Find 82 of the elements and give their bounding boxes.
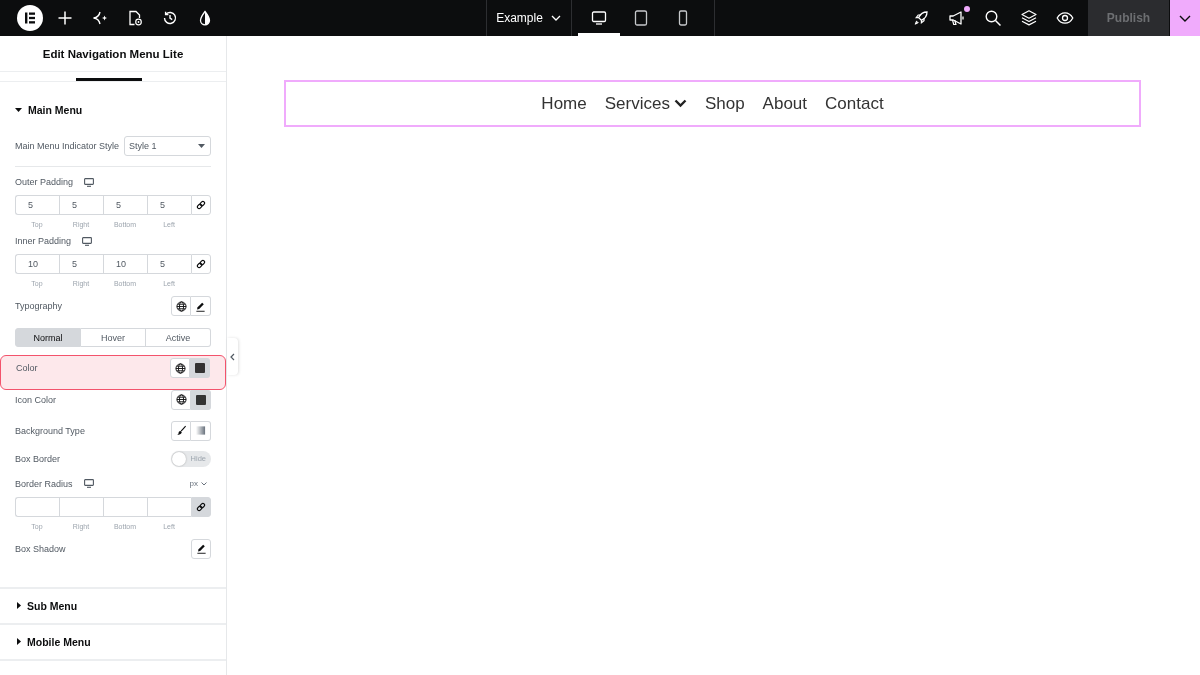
pencil-icon — [195, 300, 206, 312]
edit-button[interactable] — [191, 296, 211, 316]
chevron-left-icon — [230, 352, 235, 361]
monitor-icon[interactable] — [82, 236, 93, 246]
color-picker-button[interactable] — [190, 358, 210, 378]
link-values-button[interactable] — [191, 195, 211, 215]
panel-title: Edit Navigation Menu Lite — [0, 36, 226, 72]
control-label: Border Radius — [15, 478, 73, 489]
link-values-button[interactable] — [191, 496, 211, 517]
search-icon[interactable] — [984, 9, 1002, 27]
globe-icon — [175, 300, 187, 312]
link-values-button[interactable] — [191, 254, 211, 274]
section-header[interactable]: Main Menu — [0, 93, 226, 127]
active-tab-indicator — [76, 78, 142, 81]
control-label: Main Menu Indicator Style — [15, 141, 120, 151]
monitor-icon[interactable] — [84, 177, 95, 187]
number-field[interactable] — [103, 496, 147, 517]
number-field[interactable]: 5 — [15, 195, 59, 215]
megaphone-icon[interactable] — [948, 9, 966, 27]
link-icon — [196, 501, 206, 512]
link-icon — [196, 200, 206, 210]
layers-icon[interactable] — [1020, 9, 1038, 27]
caret-down-icon — [15, 108, 22, 112]
chevron-down-icon — [201, 481, 207, 486]
globe-icon — [174, 362, 186, 374]
control-label: Outer Padding — [15, 177, 74, 187]
control-label: Background Type — [15, 425, 85, 436]
number-field[interactable] — [59, 496, 103, 517]
number-field[interactable]: 5 — [59, 195, 103, 215]
pencil-icon — [195, 543, 207, 554]
global-colors-button[interactable] — [171, 389, 191, 410]
paintbrush-icon — [175, 425, 187, 436]
state-tab[interactable]: Normal — [15, 328, 81, 347]
menu-link[interactable]: About — [762, 93, 808, 114]
control-label: Typography — [15, 301, 63, 311]
chevron-down-icon — [673, 99, 687, 108]
number-field[interactable]: 10 — [15, 254, 59, 274]
section-header[interactable]: Sub Menu — [0, 588, 226, 623]
droplet-icon[interactable] — [197, 10, 213, 26]
global-colors-button[interactable] — [170, 358, 190, 378]
state-tab[interactable]: Hover — [81, 328, 146, 347]
section-header[interactable]: Mobile Menu — [0, 624, 226, 659]
tablet-icon — [632, 10, 649, 26]
color-picker-button[interactable] — [191, 389, 211, 410]
menu-link[interactable]: Home — [541, 93, 587, 114]
desktop-icon — [590, 10, 607, 26]
rocket-icon[interactable] — [912, 9, 930, 27]
chevron-down-icon — [1179, 14, 1191, 22]
caret-right-icon — [17, 602, 21, 609]
control-label: Inner Padding — [15, 236, 72, 246]
page-settings-icon[interactable] — [127, 10, 143, 26]
number-field[interactable]: 10 — [103, 254, 147, 274]
menu-link[interactable]: Services — [604, 93, 687, 114]
gradient-icon — [195, 425, 206, 436]
control-label: Color — [16, 362, 38, 375]
plus-icon[interactable] — [57, 10, 73, 26]
control-label: Icon Color — [15, 394, 57, 405]
select-field[interactable]: Style 1 — [124, 136, 211, 156]
caret-right-icon — [17, 638, 21, 645]
number-field[interactable]: 5 — [59, 254, 103, 274]
globe-icon — [175, 394, 187, 405]
edit-button[interactable] — [191, 538, 211, 559]
history-icon[interactable] — [162, 10, 178, 26]
monitor-icon[interactable] — [83, 479, 94, 488]
publish-options-button[interactable] — [1170, 0, 1200, 36]
eye-icon[interactable] — [1056, 9, 1074, 27]
control-label: Box Shadow — [15, 543, 66, 554]
number-field[interactable]: 5 — [103, 195, 147, 215]
global-settings-button[interactable] — [171, 296, 191, 316]
link-icon — [196, 259, 206, 269]
classic-background-button[interactable] — [171, 420, 191, 441]
caret-down-icon — [198, 144, 205, 148]
state-tab[interactable]: Active — [146, 328, 211, 347]
logo-icon[interactable] — [17, 5, 43, 31]
chevron-down-icon — [550, 15, 561, 21]
menu-link[interactable]: Shop — [704, 93, 745, 114]
control-label: Box Border — [15, 453, 61, 464]
number-field[interactable] — [15, 496, 59, 517]
menu-link[interactable]: Contact — [825, 93, 884, 114]
sparkle-icon[interactable] — [92, 10, 108, 26]
unit-dropdown[interactable]: px — [189, 479, 207, 488]
document-title-dropdown[interactable]: Example — [485, 0, 572, 36]
